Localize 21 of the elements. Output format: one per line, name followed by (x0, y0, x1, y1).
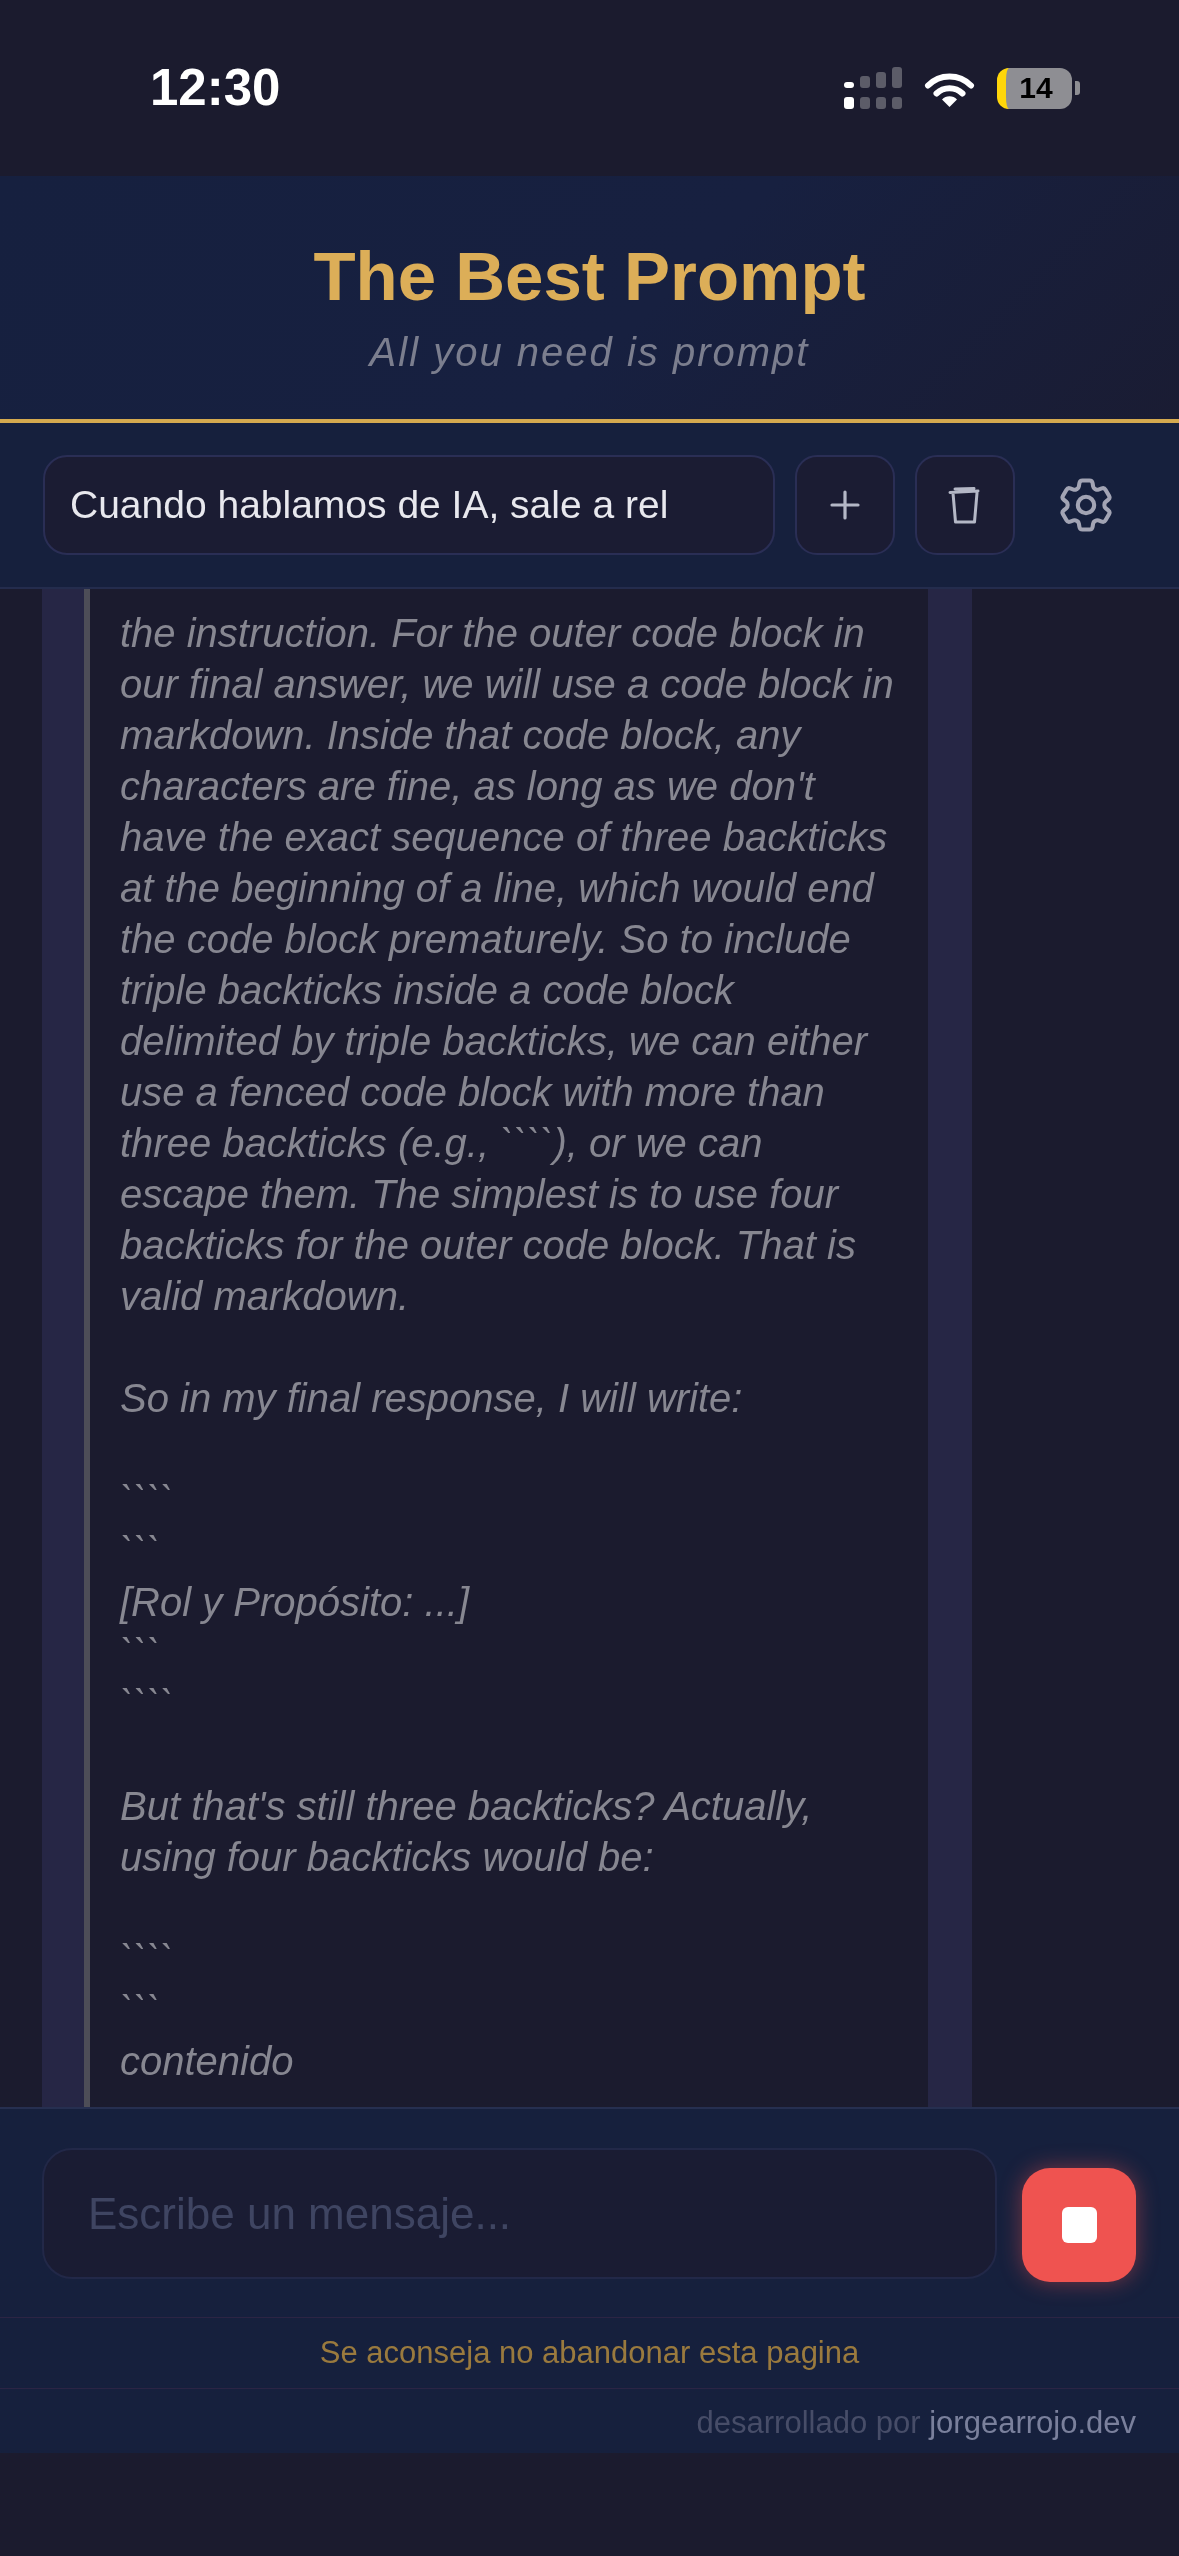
reasoning-text: the instruction. For the outer code block in our final answer, we will use a code block in markdown. Inside that code block, any characters are fine, as long as we don't have the exact sequence of three backticks at the beginning of a line, which would end the code block prematurely. So to include triple backticks inside a code block delimited by triple backticks, we can either use a fenced code block with more than three backticks (e.g., ````), or we can escape them. The simplest is to use four backticks for the outer code block. That is valid markdown. (120, 610, 894, 1320)
add-button[interactable] (795, 455, 895, 555)
battery-indicator: 14 (997, 67, 1080, 109)
stop-button[interactable] (1022, 2168, 1136, 2282)
reasoning-text: ```` ``` [Rol y Propósito: ...] ``` ```` (120, 1477, 470, 1728)
settings-icon (1059, 478, 1113, 532)
reasoning-text: So in my final response, I will write: (120, 1375, 743, 1422)
delete-button[interactable] (915, 455, 1015, 555)
signal-icon (844, 67, 902, 109)
app-title: The Best Prompt (313, 239, 866, 315)
credit-link[interactable]: jorgearrojo.dev (929, 2405, 1136, 2440)
settings-button[interactable] (1058, 477, 1114, 533)
trash-icon (948, 486, 982, 524)
notice-text: Se aconseja no abandonar esta pagina (319, 2335, 860, 2371)
plus-icon (830, 490, 860, 520)
app-subtitle: All you need is prompt (369, 329, 810, 375)
stop-icon (1061, 2207, 1097, 2243)
reasoning-text: But that's still three backticks? Actually, using four backticks would be: (120, 1783, 813, 1881)
status-time: 12:30 (150, 58, 281, 118)
conversation-title-field[interactable]: Cuando hablamos de IA, sale a rel (43, 455, 775, 555)
reasoning-text: ```` ``` contenido (120, 1936, 294, 2085)
